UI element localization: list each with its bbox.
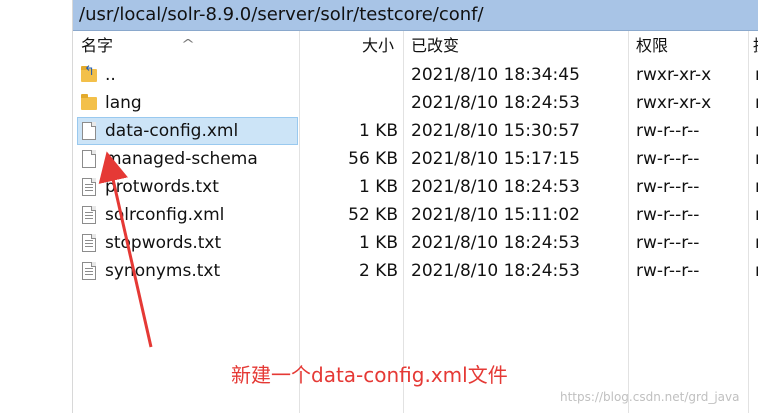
- annotation-arrow: [98, 151, 153, 348]
- annotation-text: 新建一个data-config.xml文件: [231, 363, 508, 387]
- watermark: https://blog.csdn.net/grd_java: [560, 390, 740, 404]
